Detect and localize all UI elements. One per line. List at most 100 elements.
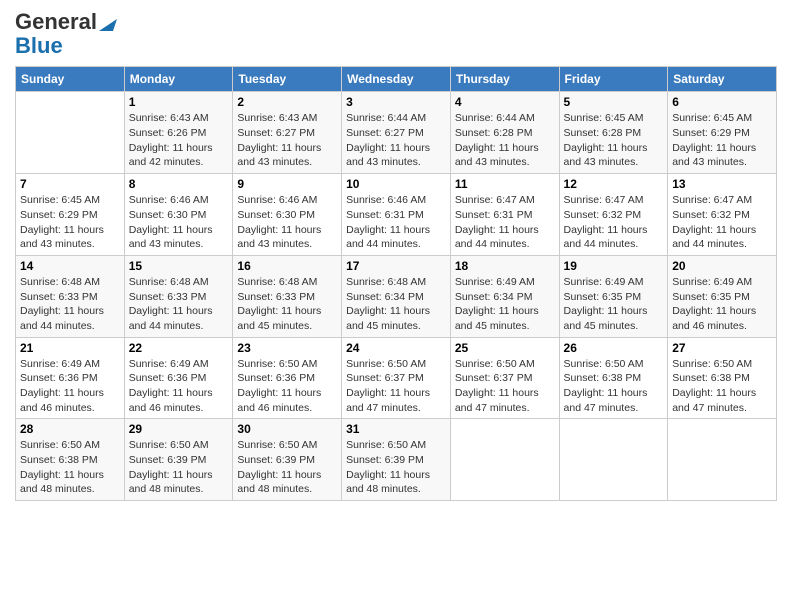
day-info: Sunrise: 6:47 AMSunset: 6:32 PMDaylight:… bbox=[564, 193, 664, 252]
day-info: Sunrise: 6:46 AMSunset: 6:31 PMDaylight:… bbox=[346, 193, 446, 252]
day-info: Sunrise: 6:48 AMSunset: 6:33 PMDaylight:… bbox=[129, 275, 229, 334]
calendar-header: SundayMondayTuesdayWednesdayThursdayFrid… bbox=[16, 67, 777, 92]
day-info: Sunrise: 6:48 AMSunset: 6:33 PMDaylight:… bbox=[20, 275, 120, 334]
calendar-cell: 1Sunrise: 6:43 AMSunset: 6:26 PMDaylight… bbox=[124, 92, 233, 174]
day-info: Sunrise: 6:49 AMSunset: 6:36 PMDaylight:… bbox=[20, 357, 120, 416]
calendar-cell: 18 Sunrise: 6:49 AMSunset: 6:34 PMDayligh… bbox=[450, 255, 559, 337]
day-number: 6 bbox=[672, 95, 772, 109]
day-number: 23 bbox=[237, 341, 337, 355]
calendar-cell: 10 Sunrise: 6:46 AMSunset: 6:31 PMDayligh… bbox=[342, 174, 451, 256]
calendar-cell: 4 Sunrise: 6:44 AMSunset: 6:28 PMDaylight… bbox=[450, 92, 559, 174]
day-info: Sunrise: 6:50 AMSunset: 6:38 PMDaylight:… bbox=[672, 357, 772, 416]
calendar-week-4: 21Sunrise: 6:49 AMSunset: 6:36 PMDayligh… bbox=[16, 337, 777, 419]
day-info: Sunrise: 6:48 AMSunset: 6:34 PMDaylight:… bbox=[346, 275, 446, 334]
day-number: 12 bbox=[564, 177, 664, 191]
calendar-cell: 26Sunrise: 6:50 AMSunset: 6:38 PMDayligh… bbox=[559, 337, 668, 419]
calendar-table: SundayMondayTuesdayWednesdayThursdayFrid… bbox=[15, 66, 777, 501]
day-number: 30 bbox=[237, 422, 337, 436]
day-number: 7 bbox=[20, 177, 120, 191]
day-number: 5 bbox=[564, 95, 664, 109]
day-info: Sunrise: 6:49 AMSunset: 6:34 PMDaylight:… bbox=[455, 275, 555, 334]
calendar-cell: 16 Sunrise: 6:48 AMSunset: 6:33 PMDayligh… bbox=[233, 255, 342, 337]
day-number: 28 bbox=[20, 422, 120, 436]
calendar-cell: 3 Sunrise: 6:44 AMSunset: 6:27 PMDaylight… bbox=[342, 92, 451, 174]
calendar-cell: 8 Sunrise: 6:46 AMSunset: 6:30 PMDaylight… bbox=[124, 174, 233, 256]
calendar-cell: 15 Sunrise: 6:48 AMSunset: 6:33 PMDayligh… bbox=[124, 255, 233, 337]
day-info: Sunrise: 6:47 AMSunset: 6:32 PMDaylight:… bbox=[672, 193, 772, 252]
calendar-cell bbox=[668, 419, 777, 501]
calendar-cell: 31Sunrise: 6:50 AMSunset: 6:39 PMDayligh… bbox=[342, 419, 451, 501]
day-number: 2 bbox=[237, 95, 337, 109]
day-number: 9 bbox=[237, 177, 337, 191]
day-number: 25 bbox=[455, 341, 555, 355]
day-info: Sunrise: 6:48 AMSunset: 6:33 PMDaylight:… bbox=[237, 275, 337, 334]
day-info: Sunrise: 6:43 AMSunset: 6:27 PMDaylight:… bbox=[237, 111, 337, 170]
calendar-cell: 24 Sunrise: 6:50 AMSunset: 6:37 PMDayligh… bbox=[342, 337, 451, 419]
calendar-cell: 29Sunrise: 6:50 AMSunset: 6:39 PMDayligh… bbox=[124, 419, 233, 501]
day-info: Sunrise: 6:45 AMSunset: 6:28 PMDaylight:… bbox=[564, 111, 664, 170]
calendar-cell: 23 Sunrise: 6:50 AMSunset: 6:36 PMDayligh… bbox=[233, 337, 342, 419]
day-number: 20 bbox=[672, 259, 772, 273]
calendar-cell: 21Sunrise: 6:49 AMSunset: 6:36 PMDayligh… bbox=[16, 337, 125, 419]
day-info: Sunrise: 6:50 AMSunset: 6:39 PMDaylight:… bbox=[346, 438, 446, 497]
day-info: Sunrise: 6:46 AMSunset: 6:30 PMDaylight:… bbox=[129, 193, 229, 252]
logo-blue: Blue bbox=[15, 34, 63, 58]
day-number: 16 bbox=[237, 259, 337, 273]
calendar-cell: 7Sunrise: 6:45 AMSunset: 6:29 PMDaylight… bbox=[16, 174, 125, 256]
calendar-cell bbox=[16, 92, 125, 174]
day-info: Sunrise: 6:43 AMSunset: 6:26 PMDaylight:… bbox=[129, 111, 229, 170]
calendar-cell: 22 Sunrise: 6:49 AMSunset: 6:36 PMDayligh… bbox=[124, 337, 233, 419]
calendar-cell: 5 Sunrise: 6:45 AMSunset: 6:28 PMDaylight… bbox=[559, 92, 668, 174]
calendar-cell: 27Sunrise: 6:50 AMSunset: 6:38 PMDayligh… bbox=[668, 337, 777, 419]
day-info: Sunrise: 6:50 AMSunset: 6:39 PMDaylight:… bbox=[237, 438, 337, 497]
col-header-monday: Monday bbox=[124, 67, 233, 92]
day-number: 10 bbox=[346, 177, 446, 191]
calendar-cell: 20 Sunrise: 6:49 AMSunset: 6:35 PMDayligh… bbox=[668, 255, 777, 337]
day-number: 11 bbox=[455, 177, 555, 191]
day-info: Sunrise: 6:44 AMSunset: 6:28 PMDaylight:… bbox=[455, 111, 555, 170]
day-number: 17 bbox=[346, 259, 446, 273]
day-number: 4 bbox=[455, 95, 555, 109]
day-number: 19 bbox=[564, 259, 664, 273]
day-number: 13 bbox=[672, 177, 772, 191]
day-info: Sunrise: 6:47 AMSunset: 6:31 PMDaylight:… bbox=[455, 193, 555, 252]
day-number: 14 bbox=[20, 259, 120, 273]
day-info: Sunrise: 6:50 AMSunset: 6:37 PMDaylight:… bbox=[346, 357, 446, 416]
day-number: 3 bbox=[346, 95, 446, 109]
day-number: 15 bbox=[129, 259, 229, 273]
day-info: Sunrise: 6:50 AMSunset: 6:37 PMDaylight:… bbox=[455, 357, 555, 416]
day-info: Sunrise: 6:49 AMSunset: 6:35 PMDaylight:… bbox=[672, 275, 772, 334]
calendar-week-5: 28 Sunrise: 6:50 AMSunset: 6:38 PMDayligh… bbox=[16, 419, 777, 501]
day-number: 8 bbox=[129, 177, 229, 191]
day-info: Sunrise: 6:50 AMSunset: 6:39 PMDaylight:… bbox=[129, 438, 229, 497]
calendar-cell: 12 Sunrise: 6:47 AMSunset: 6:32 PMDayligh… bbox=[559, 174, 668, 256]
calendar-cell: 19 Sunrise: 6:49 AMSunset: 6:35 PMDayligh… bbox=[559, 255, 668, 337]
calendar-cell: 25 Sunrise: 6:50 AMSunset: 6:37 PMDayligh… bbox=[450, 337, 559, 419]
day-info: Sunrise: 6:49 AMSunset: 6:35 PMDaylight:… bbox=[564, 275, 664, 334]
day-number: 18 bbox=[455, 259, 555, 273]
calendar-cell: 14 Sunrise: 6:48 AMSunset: 6:33 PMDayligh… bbox=[16, 255, 125, 337]
day-info: Sunrise: 6:44 AMSunset: 6:27 PMDaylight:… bbox=[346, 111, 446, 170]
col-header-wednesday: Wednesday bbox=[342, 67, 451, 92]
calendar-cell: 9Sunrise: 6:46 AMSunset: 6:30 PMDaylight… bbox=[233, 174, 342, 256]
logo: General Blue bbox=[15, 10, 117, 58]
calendar-week-1: 1Sunrise: 6:43 AMSunset: 6:26 PMDaylight… bbox=[16, 92, 777, 174]
day-info: Sunrise: 6:50 AMSunset: 6:36 PMDaylight:… bbox=[237, 357, 337, 416]
day-info: Sunrise: 6:50 AMSunset: 6:38 PMDaylight:… bbox=[20, 438, 120, 497]
col-header-tuesday: Tuesday bbox=[233, 67, 342, 92]
calendar-cell: 2 Sunrise: 6:43 AMSunset: 6:27 PMDaylight… bbox=[233, 92, 342, 174]
col-header-saturday: Saturday bbox=[668, 67, 777, 92]
page-header: General Blue bbox=[15, 10, 777, 58]
calendar-cell: 30 Sunrise: 6:50 AMSunset: 6:39 PMDayligh… bbox=[233, 419, 342, 501]
col-header-friday: Friday bbox=[559, 67, 668, 92]
day-info: Sunrise: 6:49 AMSunset: 6:36 PMDaylight:… bbox=[129, 357, 229, 416]
day-info: Sunrise: 6:45 AMSunset: 6:29 PMDaylight:… bbox=[672, 111, 772, 170]
day-number: 24 bbox=[346, 341, 446, 355]
col-header-sunday: Sunday bbox=[16, 67, 125, 92]
calendar-cell: 17 Sunrise: 6:48 AMSunset: 6:34 PMDayligh… bbox=[342, 255, 451, 337]
day-number: 22 bbox=[129, 341, 229, 355]
calendar-cell: 6 Sunrise: 6:45 AMSunset: 6:29 PMDaylight… bbox=[668, 92, 777, 174]
day-number: 26 bbox=[564, 341, 664, 355]
calendar-week-3: 14 Sunrise: 6:48 AMSunset: 6:33 PMDayligh… bbox=[16, 255, 777, 337]
calendar-cell: 11 Sunrise: 6:47 AMSunset: 6:31 PMDayligh… bbox=[450, 174, 559, 256]
